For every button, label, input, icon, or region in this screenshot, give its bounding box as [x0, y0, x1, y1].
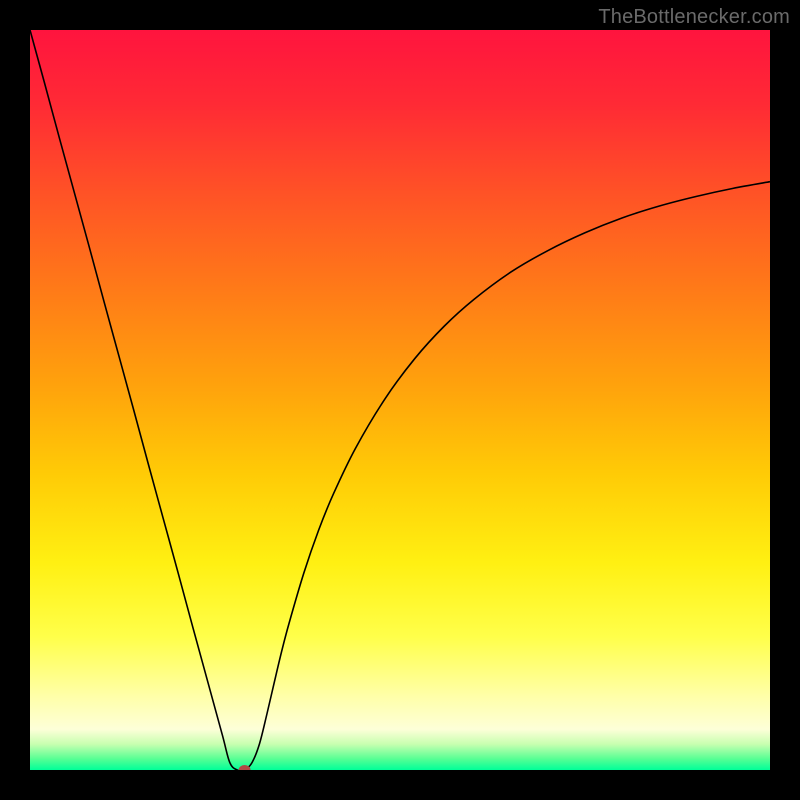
watermark-text: TheBottlenecker.com — [598, 6, 790, 29]
gradient-background — [30, 30, 770, 770]
chart-svg — [30, 30, 770, 770]
chart-frame: TheBottlenecker.com — [0, 0, 800, 800]
plot-area — [30, 30, 770, 770]
